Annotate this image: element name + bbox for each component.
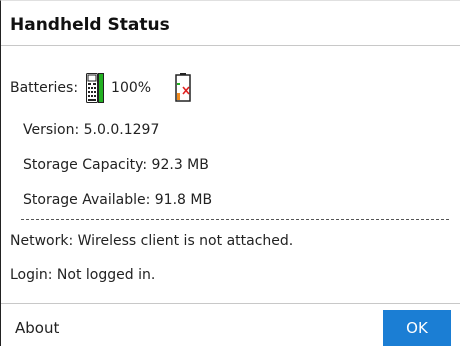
dialog-title: Handheld Status: [10, 15, 170, 35]
calculator-battery-full-icon: [86, 73, 105, 103]
handheld-battery-percent: 100%: [111, 80, 152, 96]
batteries-label: Batteries:: [10, 80, 79, 96]
section-divider: [21, 219, 449, 220]
version-text: Version: 5.0.0.1297: [23, 122, 160, 138]
spare-battery-missing-icon: [173, 73, 193, 103]
ok-button[interactable]: OK: [383, 310, 451, 346]
footer-divider: [1, 303, 460, 304]
storage-capacity-text: Storage Capacity: 92.3 MB: [23, 157, 209, 173]
title-divider: [1, 45, 460, 46]
batteries-row: Batteries: 100%: [10, 69, 193, 107]
storage-available-text: Storage Available: 91.8 MB: [23, 192, 213, 208]
network-status-text: Network: Wireless client is not attached…: [10, 233, 294, 249]
handheld-status-dialog: Handheld Status Batteries: 100% Version:…: [0, 0, 460, 346]
about-button[interactable]: About: [15, 319, 59, 337]
login-status-text: Login: Not logged in.: [10, 267, 156, 283]
